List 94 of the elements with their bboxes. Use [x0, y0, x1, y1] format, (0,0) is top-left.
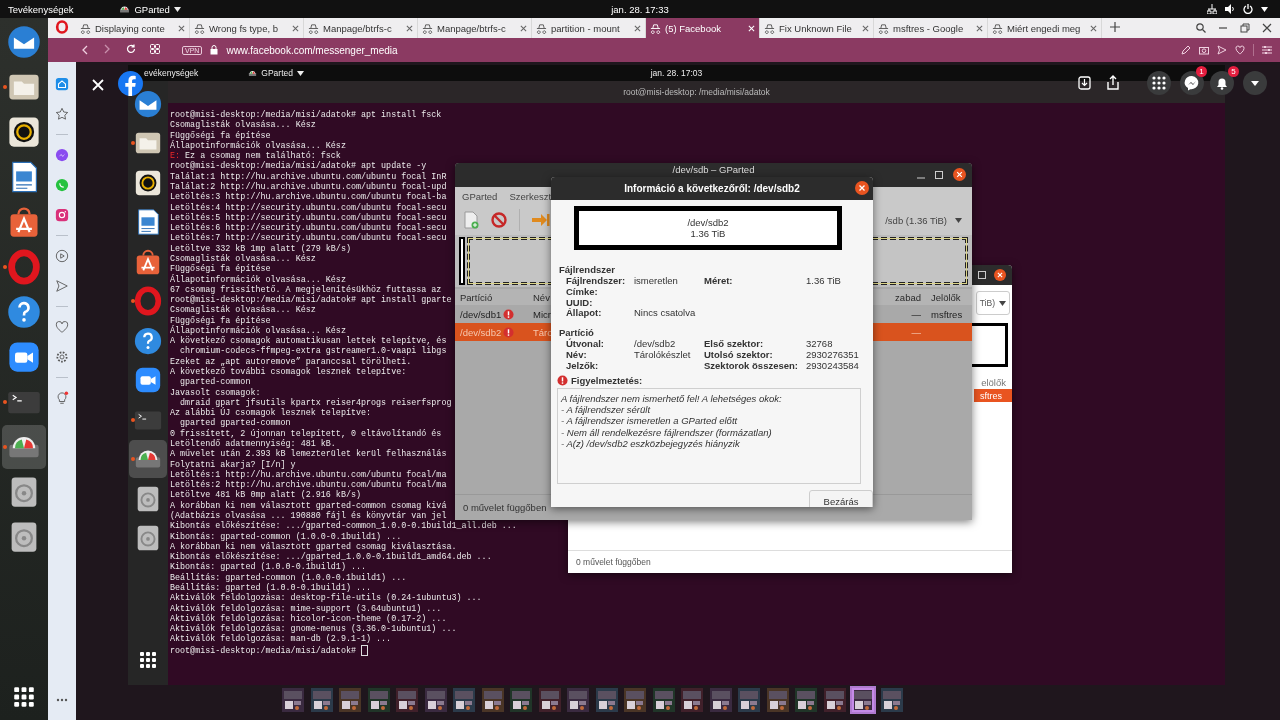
field-label: Név: [566, 350, 588, 361]
partition-size: 1.36 TiB [690, 228, 726, 239]
warning-text: - A fájlrendszer ismeretlen a GParted előtt [561, 415, 738, 427]
terminal-line: (Adatbázis olvasása ... 190880 fájl és könyvtár van jel [170, 510, 447, 521]
terminal-line: Kibontás: gparted-common (1.0.0-0.1build1) ... [170, 531, 402, 542]
warning-text: - A(z) /dev/sdb2 eszközbejegyzés hiányzik [561, 438, 740, 450]
status-bar: 0 művelet függőben [568, 550, 1012, 573]
terminal-line: 0 frissített, 2 újonnan telepített, 0 eltávolítandó és [170, 428, 442, 439]
terminal-line: Aktiválók feldolgozása: gnome-menus (3.36.0-1ubuntu1) ... [170, 624, 457, 635]
table-cell: /dev/sdb1 [460, 308, 502, 320]
terminal-line: Az alábbi ÚJ csomagok lesznek telepítve: [170, 408, 372, 419]
field-value: 32768 [806, 338, 833, 350]
field-label: Első szektor: [704, 338, 764, 350]
field-value: 2930243584 [806, 359, 859, 371]
terminal-line: gparted-common [179, 377, 251, 388]
terminal-line: A korábban ki nem választott gparted csomag kiválasztása. [170, 541, 457, 552]
field-label: Szektorok összesen: [704, 359, 798, 371]
terminal-line: Letöltés:2 http://hu.archive.ubuntu.com/ubuntu focal/ma [170, 480, 447, 491]
terminal-line: A következő további csomagok lesznek telepítve: [170, 367, 407, 378]
terminal-line: Aktiválók feldolgozása: desktop-file-utils (0.24-1ubuntu3) ... [170, 593, 482, 604]
partition-name: /dev/sdb2 [687, 217, 729, 228]
field-value: /dev/sdb2 [634, 338, 676, 350]
field-label: Fájlrendszer: [566, 276, 627, 287]
field-label: Utolsó szektor: [704, 349, 773, 360]
warning-text: - A fájlrendszer sérült [561, 404, 651, 415]
terminal-line: gparted gparted-common [179, 418, 291, 429]
terminal-line: Letöltés:7 http://security.ubuntu.com/ubuntu focal-secu [170, 233, 447, 244]
terminal-line: Találat:2 http://hu.archive.ubuntu.com/ubuntu focal-upd [170, 181, 447, 192]
notification-badge: 5 [1228, 66, 1239, 77]
window-title: root@misi-desktop: /media/misi/adatok [168, 81, 1225, 103]
field-label: Útvonal: [566, 339, 605, 350]
terminal-line: Csomaglisták olvasása... Kész [170, 120, 316, 131]
terminal-line: Letöltés:6 http://security.ubuntu.com/ubuntu focal-secu [170, 223, 447, 234]
terminal-line: Javasolt csomagok: [170, 387, 261, 398]
terminal-line: Csomaglisták olvasása... Kész [170, 305, 316, 316]
terminal-line: Állapotinformációk olvasása... Kész [170, 140, 346, 151]
terminal-line: root@misi-desktop:/media/misi/adatok# apt update -y [170, 161, 427, 172]
dialog-title: Információ a következőről: /dev/sdb2 [624, 183, 800, 194]
field-value: Tárolókészlet [634, 349, 691, 360]
terminal-line: Csomaglisták olvasása... Kész [170, 253, 316, 264]
terminal-line: Letöltve 332 kB 1mp alatt (279 kB/s) [170, 243, 351, 254]
terminal-line: Letöltés:3 http://hu.archive.ubuntu.com/ubuntu focal-ba [170, 192, 447, 203]
terminal-line: Találat:1 http://hu.archive.ubuntu.com/ubuntu focal InR [170, 171, 447, 182]
warning-title: Figyelmeztetés: [571, 374, 643, 386]
terminal-line: Kibontás: gparted (1.0.0-0.1build1) ... [170, 562, 366, 573]
field-value: 2930276351 [806, 349, 859, 360]
terminal-line: Letöltve 481 kB 0mp alatt (2.916 kB/s) [170, 490, 361, 501]
terminal-line: E: Ez a csomag nem található: fsck [170, 151, 341, 162]
field-value: Nincs csatolva [634, 307, 696, 319]
terminal-line: Aktiválók feldolgozása: hicolor-icon-theme (0.17-2) ... [170, 613, 447, 624]
terminal-line: Kibontás előkészítése: .../gparted_1.0.0-0.1build1_amd64.deb ... [170, 552, 492, 563]
field-value: 1.36 TiB [806, 275, 841, 286]
terminal-line: Beállítás: gparted-common (1.0.0-0.1build1) ... [170, 572, 407, 583]
window-title: /dev/sdb – GParted [672, 164, 755, 176]
terminal-line: Letöltés:1 http://hu.archive.ubuntu.com/ubuntu focal/ma [170, 469, 447, 480]
terminal-line: chromium-codecs-ffmpeg-extra gstreamer1.0-vaapi libgs [179, 346, 447, 357]
terminal-line: Letöltendő adatmennyiség: 481 kB. [170, 439, 336, 449]
terminal-line: Állapotinformációk olvasása... Kész [170, 274, 346, 285]
notification-badge: 1 [1196, 66, 1207, 77]
field-label: Állapot: [566, 308, 603, 320]
field-label: Méret: [704, 275, 733, 286]
terminal-line: A következő csomagok automatikusan lettek telepítve, és [170, 336, 447, 347]
terminal-line: root@misi-desktop:/media/misi/adatok# apt install fsck [170, 110, 442, 120]
terminal-line: Letöltés:5 http://security.ubuntu.com/ubuntu focal-secu [170, 212, 447, 223]
table-cell: Micr [533, 308, 551, 320]
terminal-line: root@misi-desktop:/media/misi/adatok# [170, 644, 368, 655]
table-cell: msftres [931, 308, 963, 320]
terminal-line: root@misi-desktop:/media/misi/adatok# apt install gparte [170, 295, 452, 306]
terminal-line: Ezeket az „apt autoremove” paranccsal törölheti. [170, 356, 412, 367]
terminal-line: 67 csomag frissíthető. A megjelenítésükhöz futtassa az [170, 284, 442, 295]
section-title: Partíció [559, 327, 594, 339]
field-label: Címke: [566, 286, 598, 298]
table-cell-text: — [910, 308, 921, 320]
section-title: Fájlrendszer [559, 264, 616, 276]
terminal-line: A korábban ki nem választott gparted-common csomag kivá [170, 500, 447, 511]
warning-text: - Nem áll rendelkezésre fájlrendszer (formázatlan) [561, 426, 772, 438]
table-cell-text: — [910, 326, 921, 338]
terminal-line: Letöltés:4 http://security.ubuntu.com/ubuntu focal-secu [170, 202, 447, 213]
table-cell: /dev/sdb2 [460, 326, 502, 338]
terminal-line: Függőségi fa építése [170, 130, 271, 141]
terminal-line: Kibontás előkészítése: .../gparted-common_1.0.0-0.1build1_all.deb ... [170, 521, 517, 532]
terminal-line: Aktiválók feldolgozása: man-db (2.9.1-1) ... [170, 634, 392, 645]
terminal-line: Folytatni akarja? [I/n] y [170, 459, 296, 470]
field-label: Jelzők: [566, 360, 600, 372]
terminal-line: A művelet után 2.393 kB lemezterület kerül felhasználás [170, 449, 447, 460]
terminal-line: Állapotinformációk olvasása... Kész [170, 325, 346, 336]
terminal-line: Beállítás: gparted (1.0.0-0.1build1) ... [170, 582, 372, 593]
terminal-line: Függőségi fa építése [170, 315, 271, 326]
terminal-line: dmraid gpart jfsutils kpartx reiser4progs reiserfsprog [179, 397, 452, 408]
warning-text: A fájlrendszer nem ismerhető fel! A lehetséges okok: [561, 392, 782, 404]
field-label: UUID: [566, 297, 594, 308]
field-value: ismeretlen [634, 275, 678, 286]
terminal-line: Aktiválók feldolgozása: mime-support (3.64ubuntu1) ... [170, 603, 442, 614]
terminal-line: Függőségi fa építése [170, 264, 271, 275]
